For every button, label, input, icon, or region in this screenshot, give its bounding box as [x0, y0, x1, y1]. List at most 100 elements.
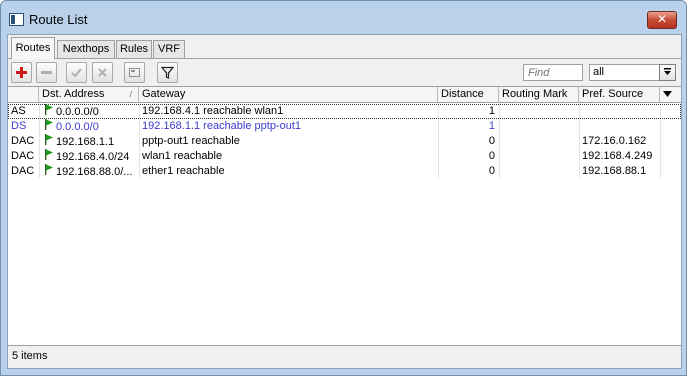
- distance-cell: 1: [438, 104, 499, 119]
- distance-cell: 0: [438, 149, 499, 164]
- dst-address-cell-text: 192.168.88.0/...: [56, 166, 133, 178]
- active-route-flag-icon: [45, 104, 53, 115]
- pref-source-cell: [579, 119, 660, 134]
- gateway-cell-text: 192.168.1.1 reachable pptp-out1: [142, 120, 302, 132]
- route-flags-cell: AS: [8, 104, 39, 119]
- window-client: Routes Nexthops Rules VRF Find all Dst. …: [7, 34, 682, 369]
- table-row[interactable]: DAC 192.168.1.1 pptp-out1 reachable 0 172.16…: [8, 134, 681, 149]
- pref-source-cell: [579, 104, 660, 119]
- gateway-cell-text: 192.168.4.1 reachable wlan1: [142, 105, 284, 117]
- route-table: Dst. Address / Gateway Distance Routing …: [8, 86, 681, 345]
- column-header-routing-mark[interactable]: Routing Mark: [499, 87, 579, 103]
- gateway-cell: ether1 reachable: [139, 164, 438, 179]
- find-input[interactable]: [523, 64, 583, 81]
- column-header-pref-source[interactable]: Pref. Source: [579, 87, 660, 103]
- pref-source-cell-text: 192.168.88.1: [582, 165, 647, 177]
- distance-cell-text: 1: [488, 105, 495, 117]
- column-header-gateway[interactable]: Gateway: [139, 87, 438, 103]
- route-flags-cell: DAC: [8, 134, 39, 149]
- route-flags-cell-text: AS: [11, 105, 26, 117]
- dst-address-cell: 192.168.1.1: [39, 134, 139, 149]
- filter-select[interactable]: all: [589, 64, 669, 81]
- pref-source-cell: 192.168.4.249: [579, 149, 660, 164]
- chevron-down-icon: [663, 91, 672, 97]
- dst-address-cell-text: 192.168.4.0/24: [56, 151, 130, 163]
- comment-icon: [129, 68, 140, 77]
- title-bar[interactable]: Route List ✕: [1, 1, 686, 34]
- distance-cell: 0: [438, 134, 499, 149]
- gateway-cell: 192.168.4.1 reachable wlan1: [139, 104, 438, 119]
- pref-source-cell-text: 172.16.0.162: [582, 135, 647, 147]
- remove-icon: [41, 71, 52, 74]
- column-header-flags[interactable]: [8, 87, 39, 103]
- window-title: Route List: [29, 12, 88, 27]
- active-route-flag-icon: [45, 149, 53, 160]
- tab-rules[interactable]: Rules: [116, 40, 152, 58]
- table-header: Dst. Address / Gateway Distance Routing …: [8, 87, 681, 103]
- status-bar: 5 items: [8, 345, 681, 368]
- dst-address-cell: 0.0.0.0/0: [39, 119, 139, 134]
- gateway-cell-text: pptp-out1 reachable: [142, 135, 240, 147]
- tab-vrf[interactable]: VRF: [153, 40, 185, 58]
- dst-address-cell: 192.168.88.0/...: [39, 164, 139, 179]
- column-header-dst-address[interactable]: Dst. Address /: [39, 87, 139, 103]
- tab-nexthops[interactable]: Nexthops: [57, 40, 115, 58]
- gateway-cell: wlan1 reachable: [139, 149, 438, 164]
- filter-icon: [161, 66, 174, 79]
- routing-mark-cell: [499, 119, 579, 134]
- distance-cell-text: 0: [488, 150, 495, 162]
- gateway-cell: pptp-out1 reachable: [139, 134, 438, 149]
- enable-button[interactable]: [66, 62, 87, 83]
- chevron-down-icon: [664, 68, 671, 75]
- dst-address-cell: 192.168.4.0/24: [39, 149, 139, 164]
- remove-button[interactable]: [36, 62, 57, 83]
- column-header-distance[interactable]: Distance: [438, 87, 499, 103]
- routing-mark-cell: [499, 104, 579, 119]
- distance-cell: 1: [438, 119, 499, 134]
- add-icon: [16, 67, 27, 78]
- distance-cell-text: 0: [488, 135, 495, 147]
- route-flags-cell-text: DAC: [11, 150, 35, 162]
- add-button[interactable]: [11, 62, 32, 83]
- routing-mark-cell: [499, 149, 579, 164]
- pref-source-cell: 172.16.0.162: [579, 134, 660, 149]
- column-chooser-button[interactable]: [660, 87, 681, 103]
- close-button[interactable]: ✕: [647, 11, 677, 29]
- sort-indicator-icon: /: [129, 90, 132, 99]
- window-icon: [9, 13, 24, 26]
- distance-cell-text: 1: [488, 120, 495, 132]
- pref-source-cell-text: 192.168.4.249: [582, 150, 653, 162]
- table-row[interactable]: DAC 192.168.4.0/24 wlan1 reachable 0 192.168…: [8, 149, 681, 164]
- routing-mark-cell: [499, 164, 579, 179]
- distance-cell-text: 0: [488, 165, 495, 177]
- enable-icon: [71, 68, 82, 78]
- dst-address-cell-text: 0.0.0.0/0: [56, 121, 99, 133]
- table-row[interactable]: DS 0.0.0.0/0 192.168.1.1 reachable pptp-ou…: [8, 119, 681, 134]
- filter-button[interactable]: [157, 62, 178, 83]
- routing-mark-cell: [499, 134, 579, 149]
- comment-button[interactable]: [124, 62, 145, 83]
- route-flags-cell: DAC: [8, 149, 39, 164]
- gateway-cell-text: ether1 reachable: [142, 165, 225, 177]
- tab-routes[interactable]: Routes: [11, 37, 55, 59]
- dst-address-cell-text: 0.0.0.0/0: [56, 106, 99, 118]
- table-row[interactable]: DAC 192.168.88.0/... ether1 reachable 0 192.…: [8, 164, 681, 179]
- table-row[interactable]: AS 0.0.0.0/0 192.168.4.1 reachable wlan1 1: [8, 104, 681, 119]
- route-list-window: Route List ✕ Routes Nexthops Rules VRF F…: [0, 0, 687, 376]
- pref-source-cell: 192.168.88.1: [579, 164, 660, 179]
- route-flags-cell-text: DS: [11, 120, 27, 132]
- gateway-cell: 192.168.1.1 reachable pptp-out1: [139, 119, 438, 134]
- toolbar: all: [8, 58, 681, 86]
- disable-icon: [98, 68, 107, 77]
- route-flags-cell-text: DAC: [11, 165, 35, 177]
- route-flags-cell: DS: [8, 119, 39, 134]
- active-route-flag-icon: [45, 164, 53, 175]
- dst-address-cell: 0.0.0.0/0: [39, 104, 139, 119]
- disable-button[interactable]: [92, 62, 113, 83]
- filter-dropdown-button[interactable]: [659, 64, 676, 81]
- active-route-flag-icon: [45, 134, 53, 145]
- distance-cell: 0: [438, 164, 499, 179]
- route-flags-cell-text: DAC: [11, 135, 35, 147]
- gateway-cell-text: wlan1 reachable: [142, 150, 223, 162]
- active-route-flag-icon: [45, 119, 53, 130]
